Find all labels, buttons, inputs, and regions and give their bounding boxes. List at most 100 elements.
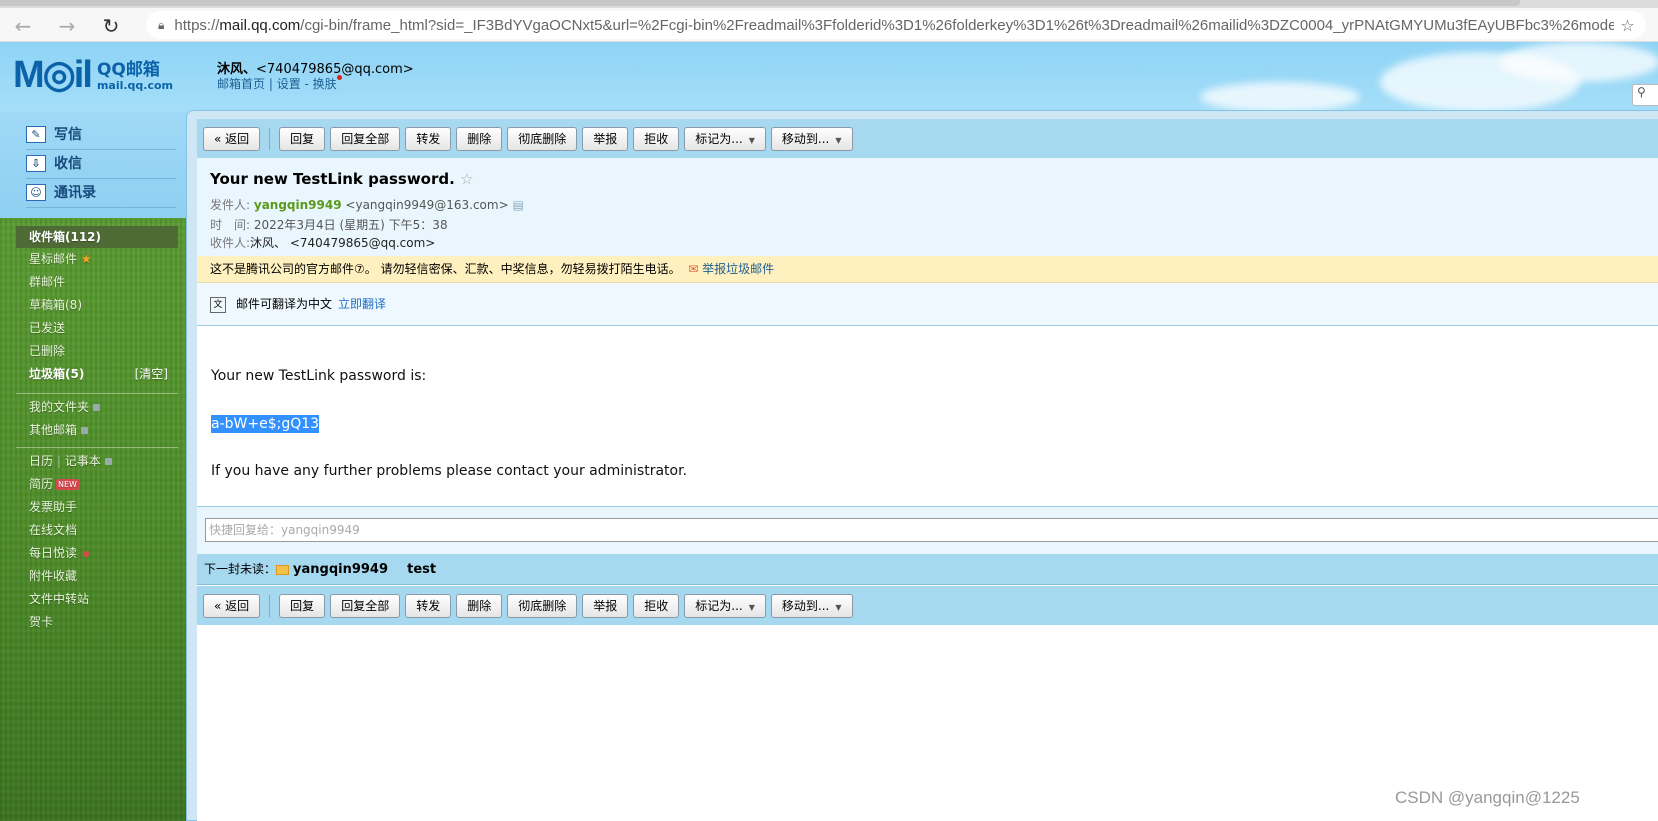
sidebar-item-daily-reading[interactable]: 每日悦读: [16, 542, 178, 564]
sidebar-item-sent[interactable]: 已发送: [16, 317, 178, 339]
lock-icon: [81, 427, 89, 434]
reply-all-button[interactable]: 回复全部: [330, 593, 401, 618]
next-unread-subject[interactable]: test: [407, 562, 436, 577]
toolbar-bottom: « 返回 回复 回复全部 转发 删除 彻底删除 举报 拒收 标记为... ▼ 移动…: [197, 586, 1658, 625]
logo-domain: mail.qq.com: [96, 79, 174, 92]
sidebar-item-other-mail[interactable]: 其他邮箱: [16, 419, 178, 441]
compose-button[interactable]: ✎ 写信: [26, 124, 176, 150]
forward-button[interactable]: 转发: [405, 126, 452, 151]
delete-permanently-button[interactable]: 彻底删除: [507, 593, 578, 618]
qq-mail-logo[interactable]: M◎il QQ邮箱 mail.qq.com: [13, 56, 174, 94]
reject-button[interactable]: 拒收: [633, 126, 680, 151]
mailbox-home-link[interactable]: 邮箱首页: [217, 77, 265, 91]
quick-reply-input[interactable]: 快捷回复给：yangqin9949: [205, 518, 1658, 542]
header-links: 邮箱首页 | 设置 - 换肤: [217, 75, 342, 92]
url-domain: mail.qq.com: [219, 16, 301, 34]
security-warning: 这不是腾讯公司的官方邮件⑦。 请勿轻信密保、汇款、中奖信息，勿轻易拨打陌生电话。…: [197, 256, 1658, 283]
mark-as-dropdown[interactable]: 标记为... ▼: [684, 593, 766, 618]
chevron-down-icon: ▼: [835, 602, 842, 612]
mark-as-dropdown[interactable]: 标记为... ▼: [684, 126, 766, 151]
sidebar-divider: [16, 393, 178, 394]
sidebar-item-attachments[interactable]: 附件收藏: [16, 565, 178, 587]
back-button[interactable]: « 返回: [203, 593, 261, 618]
body-line-1: Your new TestLink password is:: [211, 368, 427, 384]
translate-now-link[interactable]: 立即翻译: [338, 297, 386, 311]
change-skin-link[interactable]: 换肤: [313, 77, 337, 91]
calendar-link[interactable]: 日历: [29, 454, 53, 468]
search-icon: ⚲: [1637, 85, 1646, 99]
sidebar-item-file-transfer[interactable]: 文件中转站: [16, 588, 178, 610]
bookmark-star-icon[interactable]: ☆: [1620, 16, 1634, 35]
reply-button[interactable]: 回复: [279, 126, 326, 151]
compose-icon: ✎: [26, 125, 46, 143]
new-badge: NEW: [56, 479, 79, 490]
sidebar-item-my-folders[interactable]: 我的文件夹: [16, 396, 178, 418]
forward-button[interactable]: 转发: [405, 593, 452, 618]
from-label: 发件人:: [210, 198, 251, 212]
sidebar-item-deleted[interactable]: 已删除: [16, 340, 178, 362]
next-unread-label: 下一封未读：: [204, 562, 277, 576]
warning-text: 这不是腾讯公司的官方邮件⑦。 请勿轻信密保、汇款、中奖信息，勿轻易拨打陌生电话。: [210, 262, 681, 276]
report-button[interactable]: 举报: [582, 593, 629, 618]
back-button[interactable]: « 返回: [203, 126, 261, 151]
delete-button[interactable]: 删除: [456, 593, 503, 618]
sidebar-item-spam[interactable]: 垃圾箱(5) [清空]: [16, 363, 178, 385]
recipient-row: 收件人:沐风、 <740479865@qq.com>: [210, 234, 435, 251]
lock-icon: [104, 458, 112, 465]
sidebar-item-resume[interactable]: 简历 NEW: [16, 473, 178, 495]
sidebar-item-calendar-notes: 日历 | 记事本: [16, 450, 178, 472]
reload-icon[interactable]: ↻: [96, 14, 126, 38]
browser-toolbar: ← → ↻ 🔒︎ https://mail.qq.com/cgi-bin/fra…: [0, 8, 1658, 42]
forward-arrow-icon[interactable]: →: [52, 14, 82, 38]
sidebar-item-starred[interactable]: 星标邮件 ★: [16, 248, 178, 270]
chevron-down-icon: ▼: [748, 135, 755, 145]
receive-button[interactable]: ⇩ 收信: [26, 153, 176, 179]
clear-spam-link[interactable]: [清空]: [135, 363, 168, 385]
reject-button[interactable]: 拒收: [633, 593, 680, 618]
notes-link[interactable]: 记事本: [65, 454, 101, 468]
translate-note: 邮件可翻译为中文: [236, 297, 333, 311]
my-folders-label: 我的文件夹: [29, 400, 90, 414]
sidebar-divider: [16, 447, 178, 448]
other-mail-label: 其他邮箱: [29, 423, 78, 437]
unread-dot-icon: [83, 550, 90, 557]
sidebar-item-inbox[interactable]: 收件箱(112): [16, 226, 178, 248]
envelope-icon: [276, 564, 290, 575]
sidebar-item-invoice[interactable]: 发票助手: [16, 496, 178, 518]
move-to-label: 移动到...: [781, 131, 830, 146]
subject-text: Your new TestLink password.: [210, 170, 455, 188]
address-bar[interactable]: 🔒︎ https://mail.qq.com/cgi-bin/frame_htm…: [146, 11, 1646, 39]
url-text[interactable]: https://mail.qq.com/cgi-bin/frame_html?s…: [174, 17, 1614, 34]
report-button[interactable]: 举报: [582, 126, 629, 151]
contacts-icon: ☺: [26, 183, 46, 201]
star-icon[interactable]: ☆: [460, 170, 473, 188]
chevron-down-icon: ▼: [748, 602, 755, 612]
next-unread-bar: 下一封未读： yangqin9949 test: [197, 554, 1658, 585]
sidebar-item-group-mail[interactable]: 群邮件: [16, 271, 178, 293]
password-text[interactable]: a-bW+e$;gQ13: [211, 415, 320, 433]
contacts-button[interactable]: ☺ 通讯录: [26, 182, 176, 208]
delete-button[interactable]: 删除: [456, 126, 503, 151]
reply-button[interactable]: 回复: [279, 593, 326, 618]
spam-label: 垃圾箱(5): [29, 367, 85, 381]
reply-all-button[interactable]: 回复全部: [330, 126, 401, 151]
next-unread-sender[interactable]: yangqin9949: [293, 562, 388, 577]
sidebar-item-cards[interactable]: 贺卡: [16, 611, 178, 633]
delete-permanently-button[interactable]: 彻底删除: [507, 126, 578, 151]
search-input[interactable]: ⚲: [1632, 84, 1658, 106]
mail-time: 2022年3月4日 (星期五) 下午5：38: [253, 218, 448, 232]
move-to-dropdown[interactable]: 移动到... ▼: [770, 593, 853, 618]
report-spam-link[interactable]: 举报垃圾邮件: [702, 262, 774, 276]
star-icon: ★: [80, 252, 92, 266]
settings-link[interactable]: 设置: [277, 77, 301, 91]
sidebar-item-drafts[interactable]: 草稿箱(8): [16, 294, 178, 316]
logo-brand: QQ邮箱: [96, 60, 160, 80]
lock-icon: 🔒︎: [158, 17, 165, 32]
move-to-dropdown[interactable]: 移动到... ▼: [770, 126, 853, 151]
receive-label: 收信: [54, 156, 82, 172]
url-path: /cgi-bin/frame_html?sid=_IF3BdYVgaOCNxt5…: [300, 16, 1615, 34]
back-arrow-icon[interactable]: ←: [8, 14, 38, 38]
sender-name[interactable]: yangqin9949: [254, 198, 342, 212]
contact-card-icon[interactable]: ▤: [512, 198, 523, 212]
sidebar-item-docs[interactable]: 在线文档: [16, 519, 178, 541]
